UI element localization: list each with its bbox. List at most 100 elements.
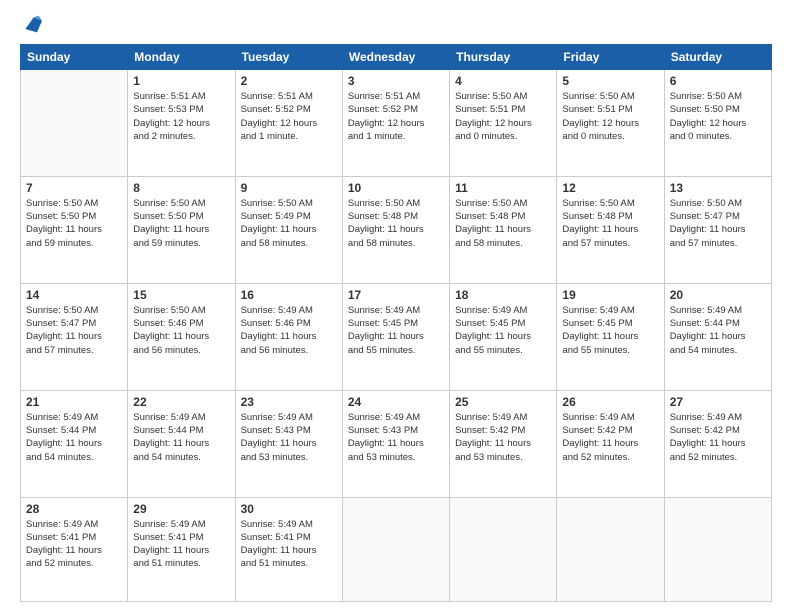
calendar-cell: 22 Sunrise: 5:49 AM Sunset: 5:44 PM Dayli… bbox=[128, 390, 235, 497]
day-info: Sunrise: 5:49 AM Sunset: 5:46 PM Dayligh… bbox=[241, 304, 337, 357]
day-info: Sunrise: 5:50 AM Sunset: 5:48 PM Dayligh… bbox=[348, 197, 444, 250]
day-number: 6 bbox=[670, 74, 766, 88]
calendar-cell: 25Sunrise: 5:49 AM Sunset: 5:42 PM Dayli… bbox=[450, 390, 557, 497]
col-header-wednesday: Wednesday bbox=[342, 45, 449, 70]
day-number: 25 bbox=[455, 395, 551, 409]
calendar-cell: 16 Sunrise: 5:49 AM Sunset: 5:46 PM Dayli… bbox=[235, 283, 342, 390]
day-info: Sunrise: 5:49 AM Sunset: 5:43 PM Dayligh… bbox=[348, 411, 444, 464]
day-number: 5 bbox=[562, 74, 658, 88]
day-info: Sunrise: 5:50 AM Sunset: 5:47 PM Dayligh… bbox=[670, 197, 766, 250]
day-info: Sunrise: 5:50 AM Sunset: 5:47 PM Dayligh… bbox=[26, 304, 122, 357]
day-info: Sunrise: 5:49 AM Sunset: 5:45 PM Dayligh… bbox=[562, 304, 658, 357]
day-info: Sunrise: 5:50 AM Sunset: 5:46 PM Dayligh… bbox=[133, 304, 229, 357]
day-number: 18 bbox=[455, 288, 551, 302]
day-info: Sunrise: 5:49 AM Sunset: 5:41 PM Dayligh… bbox=[241, 518, 337, 571]
calendar-cell: 15 Sunrise: 5:50 AM Sunset: 5:46 PM Dayli… bbox=[128, 283, 235, 390]
calendar-cell: 7Sunrise: 5:50 AM Sunset: 5:50 PM Daylig… bbox=[21, 176, 128, 283]
day-number: 14 bbox=[26, 288, 122, 302]
day-info: Sunrise: 5:49 AM Sunset: 5:42 PM Dayligh… bbox=[562, 411, 658, 464]
calendar-table: SundayMondayTuesdayWednesdayThursdayFrid… bbox=[20, 44, 772, 602]
day-info: Sunrise: 5:50 AM Sunset: 5:48 PM Dayligh… bbox=[562, 197, 658, 250]
calendar-cell: 9 Sunrise: 5:50 AM Sunset: 5:49 PM Daylig… bbox=[235, 176, 342, 283]
calendar-cell: 21 Sunrise: 5:49 AM Sunset: 5:44 PM Dayli… bbox=[21, 390, 128, 497]
calendar-cell: 24Sunrise: 5:49 AM Sunset: 5:43 PM Dayli… bbox=[342, 390, 449, 497]
calendar-week-row: 1Sunrise: 5:51 AM Sunset: 5:53 PM Daylig… bbox=[21, 70, 772, 177]
day-info: Sunrise: 5:50 AM Sunset: 5:50 PM Dayligh… bbox=[133, 197, 229, 250]
calendar-cell: 23 Sunrise: 5:49 AM Sunset: 5:43 PM Dayli… bbox=[235, 390, 342, 497]
day-number: 9 bbox=[241, 181, 337, 195]
day-number: 22 bbox=[133, 395, 229, 409]
day-number: 17 bbox=[348, 288, 444, 302]
col-header-tuesday: Tuesday bbox=[235, 45, 342, 70]
day-info: Sunrise: 5:50 AM Sunset: 5:51 PM Dayligh… bbox=[455, 90, 551, 143]
calendar-week-row: 7 Sunrise: 5:50 AM Sunset: 5:50 PM Daylig… bbox=[21, 176, 772, 283]
day-info: Sunrise: 5:49 AM Sunset: 5:45 PM Dayligh… bbox=[455, 304, 551, 357]
day-number: 19 bbox=[562, 288, 658, 302]
day-info: Sunrise: 5:49 AM Sunset: 5:41 PM Dayligh… bbox=[133, 518, 229, 571]
day-number: 16 bbox=[241, 288, 337, 302]
col-header-monday: Monday bbox=[128, 45, 235, 70]
calendar-cell: 17 Sunrise: 5:49 AM Sunset: 5:45 PM Dayli… bbox=[342, 283, 449, 390]
page: SundayMondayTuesdayWednesdayThursdayFrid… bbox=[0, 0, 792, 612]
day-number: 13 bbox=[670, 181, 766, 195]
col-header-saturday: Saturday bbox=[664, 45, 771, 70]
day-number: 8 bbox=[133, 181, 229, 195]
calendar-cell: 18 Sunrise: 5:49 AM Sunset: 5:45 PM Dayli… bbox=[450, 283, 557, 390]
calendar-cell: 29 Sunrise: 5:49 AM Sunset: 5:41 PM Dayli… bbox=[128, 497, 235, 602]
calendar-cell: 4Sunrise: 5:50 AM Sunset: 5:51 PM Daylig… bbox=[450, 70, 557, 177]
calendar-header-row: SundayMondayTuesdayWednesdayThursdayFrid… bbox=[21, 45, 772, 70]
day-number: 27 bbox=[670, 395, 766, 409]
calendar-cell: 13 Sunrise: 5:50 AM Sunset: 5:47 PM Dayli… bbox=[664, 176, 771, 283]
calendar-cell: 6 Sunrise: 5:50 AM Sunset: 5:50 PM Daylig… bbox=[664, 70, 771, 177]
day-number: 30 bbox=[241, 502, 337, 516]
calendar-cell bbox=[664, 497, 771, 602]
calendar-cell: 5 Sunrise: 5:50 AM Sunset: 5:51 PM Daylig… bbox=[557, 70, 664, 177]
day-number: 12 bbox=[562, 181, 658, 195]
day-number: 15 bbox=[133, 288, 229, 302]
day-number: 23 bbox=[241, 395, 337, 409]
day-info: Sunrise: 5:49 AM Sunset: 5:41 PM Dayligh… bbox=[26, 518, 122, 571]
day-number: 21 bbox=[26, 395, 122, 409]
calendar-cell: 19 Sunrise: 5:49 AM Sunset: 5:45 PM Dayli… bbox=[557, 283, 664, 390]
calendar-cell: 20 Sunrise: 5:49 AM Sunset: 5:44 PM Dayli… bbox=[664, 283, 771, 390]
day-info: Sunrise: 5:51 AM Sunset: 5:53 PM Dayligh… bbox=[133, 90, 229, 143]
calendar-cell: 1Sunrise: 5:51 AM Sunset: 5:53 PM Daylig… bbox=[128, 70, 235, 177]
day-number: 29 bbox=[133, 502, 229, 516]
day-info: Sunrise: 5:50 AM Sunset: 5:51 PM Dayligh… bbox=[562, 90, 658, 143]
calendar-cell bbox=[557, 497, 664, 602]
day-info: Sunrise: 5:49 AM Sunset: 5:43 PM Dayligh… bbox=[241, 411, 337, 464]
calendar-cell: 10 Sunrise: 5:50 AM Sunset: 5:48 PM Dayli… bbox=[342, 176, 449, 283]
day-info: Sunrise: 5:49 AM Sunset: 5:44 PM Dayligh… bbox=[133, 411, 229, 464]
col-header-friday: Friday bbox=[557, 45, 664, 70]
day-info: Sunrise: 5:49 AM Sunset: 5:45 PM Dayligh… bbox=[348, 304, 444, 357]
day-number: 20 bbox=[670, 288, 766, 302]
logo bbox=[20, 16, 42, 34]
calendar-cell: 27 Sunrise: 5:49 AM Sunset: 5:42 PM Dayli… bbox=[664, 390, 771, 497]
day-info: Sunrise: 5:49 AM Sunset: 5:44 PM Dayligh… bbox=[26, 411, 122, 464]
calendar-week-row: 21 Sunrise: 5:49 AM Sunset: 5:44 PM Dayli… bbox=[21, 390, 772, 497]
calendar-cell: 30 Sunrise: 5:49 AM Sunset: 5:41 PM Dayli… bbox=[235, 497, 342, 602]
col-header-thursday: Thursday bbox=[450, 45, 557, 70]
calendar-cell: 14 Sunrise: 5:50 AM Sunset: 5:47 PM Dayli… bbox=[21, 283, 128, 390]
day-number: 10 bbox=[348, 181, 444, 195]
day-number: 2 bbox=[241, 74, 337, 88]
col-header-sunday: Sunday bbox=[21, 45, 128, 70]
calendar-cell: 12 Sunrise: 5:50 AM Sunset: 5:48 PM Dayli… bbox=[557, 176, 664, 283]
calendar-cell: 26Sunrise: 5:49 AM Sunset: 5:42 PM Dayli… bbox=[557, 390, 664, 497]
calendar-cell bbox=[450, 497, 557, 602]
day-info: Sunrise: 5:50 AM Sunset: 5:50 PM Dayligh… bbox=[670, 90, 766, 143]
day-number: 28 bbox=[26, 502, 122, 516]
day-info: Sunrise: 5:49 AM Sunset: 5:44 PM Dayligh… bbox=[670, 304, 766, 357]
logo-icon bbox=[22, 14, 42, 34]
day-info: Sunrise: 5:51 AM Sunset: 5:52 PM Dayligh… bbox=[348, 90, 444, 143]
day-info: Sunrise: 5:51 AM Sunset: 5:52 PM Dayligh… bbox=[241, 90, 337, 143]
day-number: 7 bbox=[26, 181, 122, 195]
calendar-cell: 3Sunrise: 5:51 AM Sunset: 5:52 PM Daylig… bbox=[342, 70, 449, 177]
calendar-cell: 11Sunrise: 5:50 AM Sunset: 5:48 PM Dayli… bbox=[450, 176, 557, 283]
day-info: Sunrise: 5:50 AM Sunset: 5:49 PM Dayligh… bbox=[241, 197, 337, 250]
calendar-week-row: 28 Sunrise: 5:49 AM Sunset: 5:41 PM Dayli… bbox=[21, 497, 772, 602]
calendar-cell: 8 Sunrise: 5:50 AM Sunset: 5:50 PM Daylig… bbox=[128, 176, 235, 283]
calendar-cell bbox=[342, 497, 449, 602]
calendar-cell: 2 Sunrise: 5:51 AM Sunset: 5:52 PM Daylig… bbox=[235, 70, 342, 177]
day-info: Sunrise: 5:49 AM Sunset: 5:42 PM Dayligh… bbox=[670, 411, 766, 464]
